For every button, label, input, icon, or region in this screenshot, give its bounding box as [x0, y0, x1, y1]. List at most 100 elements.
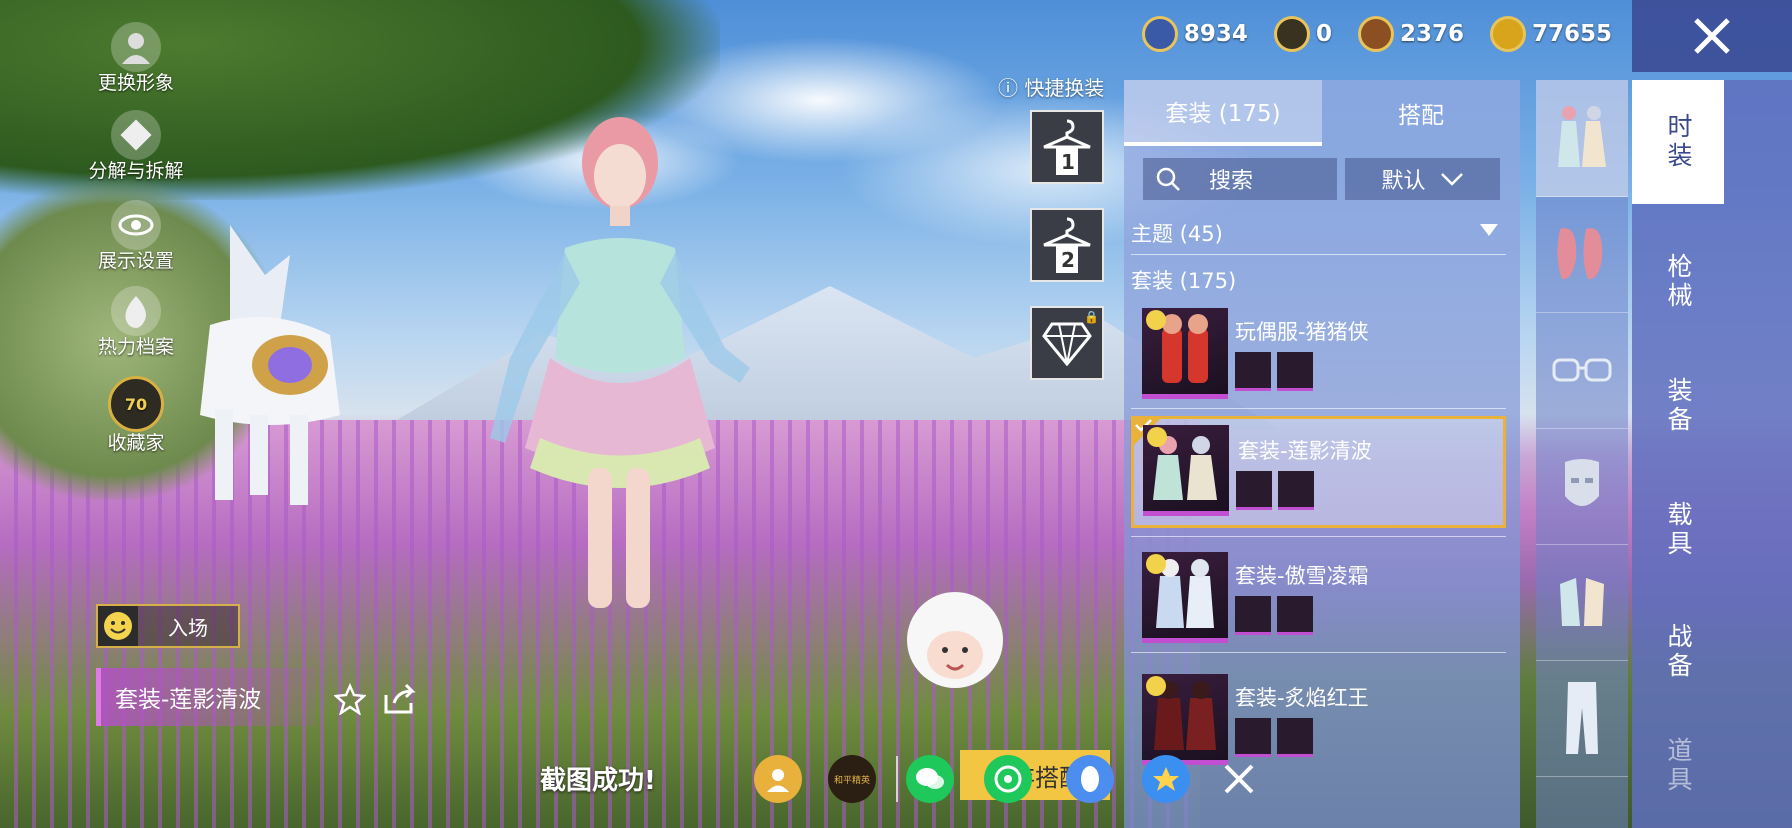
outfit-title: 套装-傲雪凌霜	[1235, 564, 1369, 588]
mount-unicorn	[200, 225, 340, 505]
category-hair[interactable]	[1536, 196, 1628, 313]
avatar-icon	[111, 22, 161, 72]
smiley-icon	[1146, 676, 1166, 696]
mask-icon	[1565, 459, 1599, 506]
chevron-down-icon	[1440, 173, 1463, 186]
current-outfit-name: 套装-莲影清波	[96, 668, 316, 726]
moments-share-button[interactable]	[984, 755, 1032, 803]
category-glasses[interactable]	[1536, 312, 1628, 429]
eye-icon	[111, 200, 161, 250]
collector-button[interactable]: 70 收藏家	[81, 376, 191, 455]
quick-change-slot-2[interactable]: 2	[1030, 208, 1104, 282]
help-icon[interactable]: ⓘ	[998, 76, 1018, 100]
outfit-thumbnail	[1142, 552, 1228, 643]
part-thumbnail	[1277, 596, 1313, 635]
suits-header-label: 套装 (175)	[1131, 269, 1237, 293]
smiley-icon	[1146, 310, 1166, 330]
qzone-share-button[interactable]	[1142, 755, 1190, 803]
tab-match[interactable]: 搭配	[1322, 80, 1520, 146]
search-button[interactable]: 搜索	[1143, 158, 1337, 200]
category-pants[interactable]	[1536, 660, 1628, 777]
currency-globe[interactable]: 8934	[1141, 16, 1248, 52]
share-icon[interactable]	[382, 683, 416, 719]
outfit-icon	[1558, 106, 1606, 167]
currency-lightning[interactable]: 77655	[1489, 16, 1612, 52]
currency-value: 77655	[1531, 21, 1612, 47]
person-icon	[767, 769, 789, 792]
penguin-icon	[1081, 766, 1099, 792]
wechat-share-button[interactable]	[906, 755, 954, 803]
outfit-title: 套装-莲影清波	[1238, 439, 1372, 463]
outfit-item[interactable]: 套装-炙焰红王	[1131, 666, 1506, 778]
nav-combat-prep[interactable]: 战备	[1632, 590, 1724, 714]
sort-dropdown[interactable]: 默认	[1345, 158, 1500, 200]
category-mask[interactable]	[1536, 428, 1628, 545]
suits-header: 套装 (175)	[1131, 265, 1236, 295]
pet-sheep	[907, 592, 1003, 688]
nav-fashion[interactable]: 时装	[1632, 80, 1724, 204]
smiley-icon	[1146, 554, 1166, 574]
nav-vehicles[interactable]: 载具	[1632, 468, 1724, 592]
menu-label: 热力档案	[97, 336, 174, 358]
screenshot-success-text: 截图成功!	[540, 766, 656, 796]
quick-change-title: ⓘ 快捷换装	[998, 72, 1104, 101]
divider	[1131, 254, 1506, 255]
glasses-icon	[1552, 358, 1612, 382]
lightning-coin-icon	[1489, 16, 1526, 52]
theme-header[interactable]: 主题 (45)	[1131, 218, 1223, 248]
theme-header-label: 主题 (45)	[1131, 222, 1223, 246]
currency-bar: 8934 0 2376 77655	[1141, 16, 1612, 52]
display-settings-button[interactable]: 展示设置	[81, 200, 191, 273]
star-icon[interactable]	[333, 682, 367, 719]
smiley-icon	[98, 606, 138, 646]
slot-number: 1	[1061, 150, 1075, 174]
sort-label: 默认	[1381, 169, 1426, 194]
close-button[interactable]	[1632, 0, 1792, 72]
nav-guns[interactable]: 枪械	[1632, 220, 1724, 344]
currency-bp[interactable]: 2376	[1357, 16, 1464, 52]
tab-suits[interactable]: 套装 (175)	[1124, 80, 1322, 146]
close-icon	[1694, 18, 1730, 54]
quick-change-slot-1[interactable]: 1	[1030, 110, 1104, 184]
lock-icon: 🔒	[1084, 310, 1099, 324]
entrance-animation-button[interactable]: 入场	[96, 604, 240, 648]
star-badge-icon	[1153, 767, 1179, 791]
outfit-title: 玩偶服-猪猪侠	[1235, 320, 1369, 344]
quick-change-slot-locked[interactable]: 🔒	[1030, 306, 1104, 380]
heat-archive-button[interactable]: 热力档案	[81, 286, 191, 359]
part-thumbnail	[1236, 471, 1272, 510]
currency-triangle[interactable]: 0	[1273, 16, 1332, 52]
part-thumbnail	[1277, 718, 1313, 757]
outfit-name-text: 套装-莲影清波	[115, 687, 262, 713]
decompose-button[interactable]: 分解与拆解	[81, 110, 191, 183]
collector-level: 70	[124, 394, 148, 414]
bp-coin-icon	[1357, 16, 1394, 52]
pants-icon	[1566, 682, 1598, 754]
close-share-button[interactable]	[1222, 762, 1256, 800]
menu-label: 更换形象	[97, 72, 174, 94]
aperture-icon	[994, 765, 1022, 793]
game-brand-button[interactable]: 和平精英	[828, 755, 876, 803]
change-appearance-button[interactable]: 更换形象	[81, 22, 191, 95]
qq-share-button[interactable]	[1066, 755, 1114, 803]
smiley-icon	[1147, 427, 1167, 447]
category-top[interactable]	[1536, 544, 1628, 661]
triangle-down-icon[interactable]	[1480, 224, 1498, 236]
close-icon	[1224, 764, 1254, 794]
category-suit[interactable]	[1536, 80, 1628, 197]
nav-equipment[interactable]: 装备	[1632, 344, 1724, 468]
wechat-icon	[916, 768, 944, 789]
currency-value: 0	[1315, 21, 1332, 47]
share-avatar-button[interactable]	[754, 755, 802, 803]
outfit-item-selected[interactable]: 套装-莲影清波	[1131, 416, 1506, 528]
outfit-item[interactable]: 套装-傲雪凌霜	[1131, 544, 1506, 656]
divider	[1131, 408, 1506, 409]
globe-coin-icon	[1141, 16, 1178, 52]
slot-number: 2	[1061, 248, 1075, 272]
outfit-thumbnail	[1143, 425, 1229, 516]
nav-items[interactable]: 道具	[1632, 704, 1724, 828]
outfit-item[interactable]: 玩偶服-猪猪侠	[1131, 300, 1506, 412]
part-thumbnail	[1278, 471, 1314, 510]
divider	[1131, 536, 1506, 537]
part-thumbnail	[1235, 718, 1271, 757]
